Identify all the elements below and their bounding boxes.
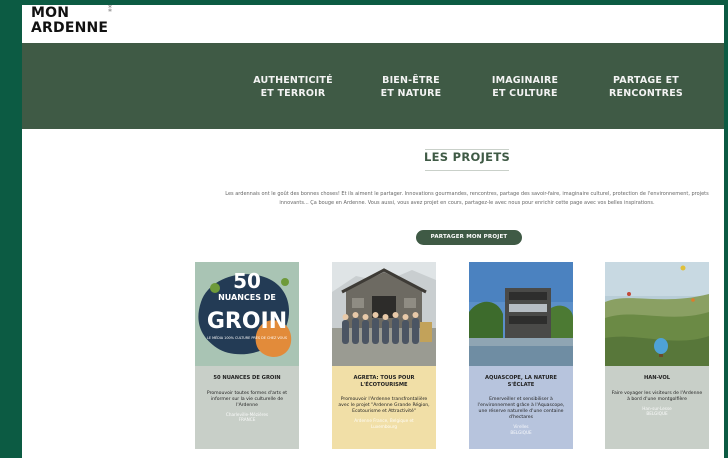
project-card-location: Virelles BELGIQUE	[474, 424, 568, 435]
nav-item-authenticite-terroir[interactable]: AUTHENTICITÉ ET TERROIR	[238, 74, 348, 100]
nav-label-line-2: ET TERROIR	[260, 88, 326, 99]
project-image-aquascope-building	[469, 262, 573, 366]
page: MON ARDENNE ⁑ AUTHENTICITÉ ET TERROIR BI…	[22, 5, 724, 458]
project-card-description: Faire voyager les visiteurs de l'Ardenne…	[611, 390, 703, 402]
logo-sparkle-icon: ⁑	[108, 5, 112, 14]
nav-item-imaginaire-culture[interactable]: IMAGINAIRE ET CULTURE	[470, 74, 580, 100]
nav-label-line-1: BIEN-ÊTRE	[382, 75, 440, 86]
project-card-country: BELGIQUE	[510, 429, 532, 435]
title-divider-bottom	[425, 170, 509, 171]
project-card-title: 50 NUANCES DE GROIN	[213, 375, 281, 381]
project-image-agreta-group-photo	[332, 262, 436, 366]
share-project-button[interactable]: PARTAGER MON PROJET	[416, 230, 522, 245]
project-image-han-vol-balloons	[605, 262, 709, 366]
project-card-title: AQUASCOPE, LA NATURE S'ÉCLATE	[485, 375, 557, 388]
nav-item-partage-rencontres[interactable]: PARTAGE ET RENCONTRES	[591, 74, 701, 100]
poster-number: 50	[233, 269, 261, 293]
project-card-location: Ardenne France, Belgique et Luxembourg	[337, 418, 431, 429]
main-navigation: AUTHENTICITÉ ET TERROIR BIEN-ÊTRE ET NAT…	[22, 43, 724, 129]
project-card-50-nuances[interactable]: 50 NUANCES DE GROIN LE MÉDIA 100% CULTUR…	[195, 262, 299, 449]
project-card-body: 50 NUANCES DE GROIN Promouvoir toutes fo…	[195, 366, 299, 449]
poster-subtitle: NUANCES DE	[218, 293, 276, 302]
nav-item-bien-etre-nature[interactable]: BIEN-ÊTRE ET NATURE	[356, 74, 466, 100]
project-card-country: BELGIQUE	[646, 411, 668, 416]
project-card-location: Han-sur-Lesse BELGIQUE	[610, 406, 704, 417]
project-card-description: Promouvoir l'Ardenne transfrontalière av…	[338, 397, 430, 414]
poster-tagline: LE MÉDIA 100% CULTURE PRÈS DE CHEZ VOUS	[207, 335, 287, 340]
project-card-body: AGRETA: TOUS POUR L'ÉCOTOURISME Promouvo…	[332, 366, 436, 449]
site-logo[interactable]: MON ARDENNE	[31, 6, 108, 36]
nav-label-line-1: IMAGINAIRE	[491, 75, 559, 86]
project-card-country: FRANCE	[238, 417, 256, 422]
project-card-body: AQUASCOPE, LA NATURE S'ÉCLATE Emerveille…	[469, 366, 573, 449]
logo-line-2: ARDENNE	[31, 20, 109, 36]
logo-line-1: MON	[31, 5, 70, 21]
project-image-50-nuances-poster: 50 NUANCES DE GROIN LE MÉDIA 100% CULTUR…	[195, 262, 299, 366]
project-card-body: HAN-VOL Faire voyager les visiteurs de l…	[605, 366, 709, 449]
project-card-description: Promouvoir toutes formes d'arts et infor…	[206, 390, 288, 408]
nav-label-line-1: AUTHENTICITÉ	[253, 75, 333, 86]
poster-word: GROIN	[207, 309, 287, 334]
nav-label-line-2: ET CULTURE	[492, 88, 558, 99]
project-card-location: Charleville-Mézières FRANCE	[200, 412, 294, 423]
project-card-agreta[interactable]: AGRETA: TOUS POUR L'ÉCOTOURISME Promouvo…	[332, 262, 436, 449]
section-intro: Les ardennais ont le goût des bonnes cho…	[225, 191, 709, 206]
project-card-aquascope[interactable]: AQUASCOPE, LA NATURE S'ÉCLATE Emerveille…	[469, 262, 573, 449]
project-card-country: Luxembourg	[370, 423, 398, 429]
nav-label-line-2: RENCONTRES	[609, 88, 683, 99]
section-title: LES PROJETS	[423, 150, 511, 164]
project-card-han-vol[interactable]: HAN-VOL Faire voyager les visiteurs de l…	[605, 262, 709, 449]
project-card-description: Emerveiller et sensibiliser à l'environn…	[477, 397, 565, 420]
project-card-title: AGRETA: TOUS POUR L'ÉCOTOURISME	[353, 375, 415, 388]
nav-label-line-2: ET NATURE	[380, 88, 442, 99]
nav-label-line-1: PARTAGE ET	[613, 75, 679, 86]
project-card-title: HAN-VOL	[643, 375, 671, 381]
